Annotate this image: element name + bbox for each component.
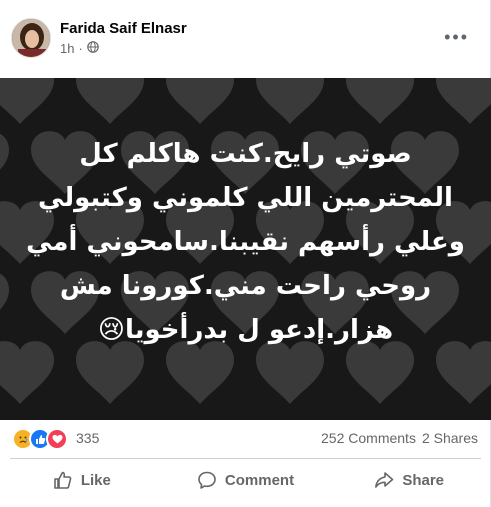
share-label: Share — [402, 471, 445, 489]
like-button[interactable]: Like — [0, 460, 164, 500]
love-reaction-icon — [46, 428, 68, 450]
post-text-line: صوتي رايح.كنت هاكلم كل — [79, 139, 412, 169]
post-text-line: روحي راحت مني.كورونا مش — [59, 271, 432, 301]
post-text-line: وعلي رأسهم نقيبنا.سامحوني أمي — [26, 227, 465, 257]
post-text: صوتي رايح.كنت هاكلم كل المحترمين اللي كل… — [0, 132, 491, 352]
post-text-line: المحترمين اللي كلموني وكتبولي — [38, 183, 453, 213]
post-time[interactable]: 1h — [60, 41, 74, 56]
like-label: Like — [80, 471, 111, 489]
post-card: Farida Saif Elnasr 1h · ••• صوتي رايح.كن… — [0, 0, 491, 507]
like-icon — [53, 470, 73, 490]
reaction-count[interactable]: 335 — [76, 430, 99, 446]
comments-count[interactable]: 252 Comments — [321, 430, 416, 446]
comment-icon — [197, 470, 217, 490]
divider — [10, 458, 481, 459]
post-actions: Like Comment Share — [0, 460, 491, 500]
globe-icon — [87, 41, 99, 56]
comment-label: Comment — [224, 471, 295, 489]
share-button[interactable]: Share — [327, 460, 491, 500]
author-avatar[interactable] — [11, 18, 51, 58]
share-icon — [374, 470, 394, 490]
more-options-icon[interactable]: ••• — [444, 28, 469, 46]
author-name[interactable]: Farida Saif Elnasr — [60, 20, 187, 37]
shares-count[interactable]: 2 Shares — [422, 430, 478, 446]
post-header: Farida Saif Elnasr 1h · ••• — [0, 0, 491, 78]
reaction-icons[interactable] — [12, 428, 68, 450]
post-meta: 1h · — [60, 41, 99, 56]
reactions-bar: 335 252 Comments 2 Shares — [0, 420, 491, 454]
post-stats: 252 Comments 2 Shares — [321, 430, 478, 446]
comment-button[interactable]: Comment — [164, 460, 328, 500]
post-text-line: هزار.إدعو ل بدرأخويا😢 — [97, 315, 394, 345]
